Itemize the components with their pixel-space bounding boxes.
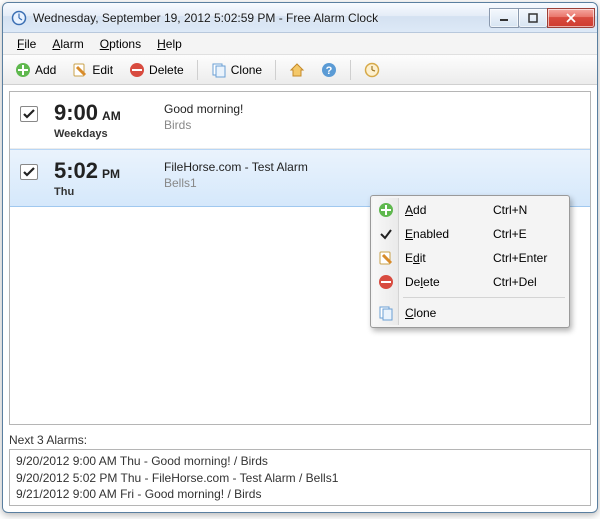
context-clone[interactable]: Clone [373,301,567,325]
menu-file[interactable]: File [9,35,44,53]
add-button[interactable]: Add [9,59,62,81]
context-edit-label: Edit [405,251,426,265]
clock-button[interactable] [358,59,386,81]
toolbar-separator [275,60,276,80]
context-edit[interactable]: Edit Ctrl+Enter [373,246,567,270]
context-clone-label: Clone [405,306,436,320]
toolbar-separator [197,60,198,80]
alarm-time: 5:02 [54,158,98,184]
menu-help[interactable]: Help [149,35,190,53]
menu-options[interactable]: Options [92,35,149,53]
alarm-ampm: PM [102,167,120,181]
home-button[interactable] [283,59,311,81]
clone-icon [378,305,394,321]
add-label: Add [35,63,56,77]
alarm-checkbox[interactable] [20,164,38,180]
alarm-ampm: AM [102,109,121,123]
context-add[interactable]: Add Ctrl+N [373,198,567,222]
context-delete-shortcut: Ctrl+Del [493,275,537,289]
context-separator [403,297,565,298]
alarm-time-block: 9:00 AM Weekdays [54,100,164,140]
context-add-shortcut: Ctrl+N [493,203,527,217]
titlebar[interactable]: Wednesday, September 19, 2012 5:02:59 PM… [3,3,597,33]
plus-icon [15,62,31,78]
edit-label: Edit [92,63,113,77]
alarm-description: FileHorse.com - Test Alarm Bells1 [164,158,308,190]
alarm-title: Good morning! [164,102,243,116]
edit-icon [378,250,394,266]
window-title: Wednesday, September 19, 2012 5:02:59 PM… [33,11,490,25]
alarm-time-block: 5:02 PM Thu [54,158,164,198]
next-alarm-line: 9/21/2012 9:00 AM Fri - Good morning! / … [16,486,584,502]
delete-button[interactable]: Delete [123,59,190,81]
home-icon [289,62,305,78]
alarm-description: Good morning! Birds [164,100,243,132]
next-alarm-line: 9/20/2012 5:02 PM Thu - FileHorse.com - … [16,470,584,486]
alarm-sound: Birds [164,118,243,132]
clone-button[interactable]: Clone [205,59,268,81]
alarm-days: Thu [54,186,164,198]
close-button[interactable] [547,8,595,28]
next-alarms-label: Next 3 Alarms: [9,433,591,447]
help-button[interactable]: ? [315,59,343,81]
clock-icon [364,62,380,78]
maximize-button[interactable] [518,8,548,28]
context-menu: Add Ctrl+N Enabled Ctrl+E Edit Ctrl+Ente… [370,195,570,328]
context-enabled-label: Enabled [405,227,449,241]
context-edit-shortcut: Ctrl+Enter [493,251,547,265]
next-alarm-line: 9/20/2012 9:00 AM Thu - Good morning! / … [16,453,584,469]
context-enabled-shortcut: Ctrl+E [493,227,527,241]
alarm-days: Weekdays [54,128,164,140]
next-alarms-box: 9/20/2012 9:00 AM Thu - Good morning! / … [9,449,591,506]
alarm-checkbox[interactable] [20,106,38,122]
delete-label: Delete [149,63,184,77]
check-icon [378,226,394,242]
window-controls [490,8,595,28]
edit-icon [72,62,88,78]
context-enabled[interactable]: Enabled Ctrl+E [373,222,567,246]
plus-icon [378,202,394,218]
svg-text:?: ? [326,65,333,77]
minus-icon [378,274,394,290]
alarm-title: FileHorse.com - Test Alarm [164,160,308,174]
menubar: File Alarm Options Help [3,33,597,55]
minus-icon [129,62,145,78]
alarm-row[interactable]: 9:00 AM WeekdaysGood morning! Birds [10,92,590,149]
menu-alarm[interactable]: Alarm [44,35,91,53]
edit-button[interactable]: Edit [66,59,119,81]
minimize-button[interactable] [489,8,519,28]
help-icon: ? [321,62,337,78]
app-icon [11,10,27,26]
context-add-label: Add [405,203,426,217]
alarm-sound: Bells1 [164,176,308,190]
clone-label: Clone [231,63,262,77]
clone-icon [211,62,227,78]
alarm-time: 9:00 [54,100,98,126]
context-delete[interactable]: Delete Ctrl+Del [373,270,567,294]
context-delete-label: Delete [405,275,440,289]
toolbar: Add Edit Delete Clone ? [3,55,597,85]
toolbar-separator [350,60,351,80]
